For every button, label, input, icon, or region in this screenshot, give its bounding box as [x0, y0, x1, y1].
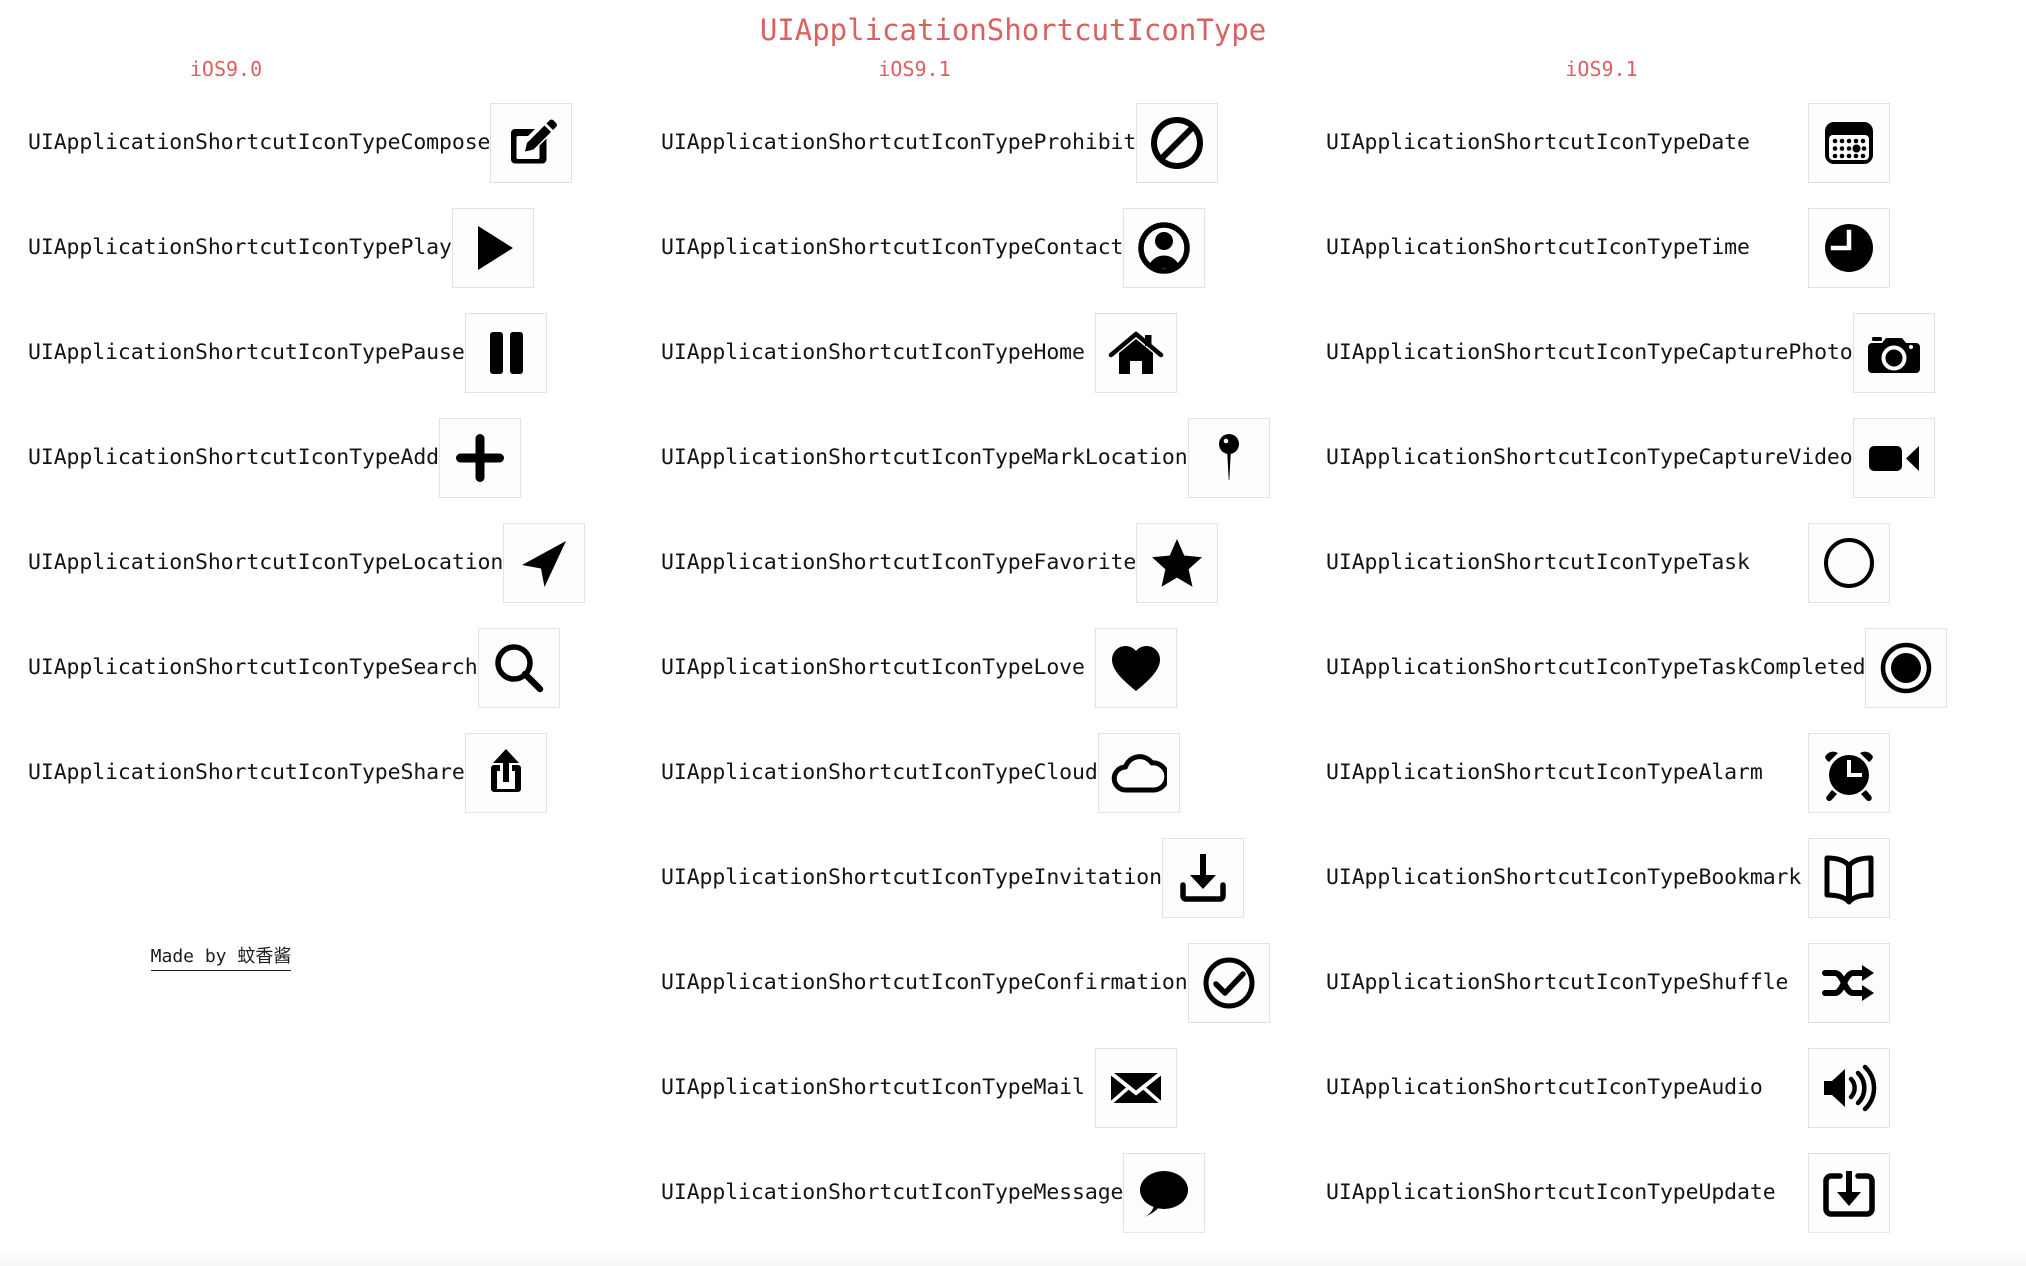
calendar-icon [1808, 102, 1890, 183]
icon-row[interactable]: UIApplicationShortcutIconTypeFavorite [632, 510, 1297, 615]
column-ios90: iOS9.0 UIApplicationShortcutIconTypeComp… [0, 48, 632, 971]
icon-type-label: UIApplicationShortcutIconTypeCloud [661, 759, 1098, 785]
speaker-icon [1808, 1047, 1890, 1128]
share-icon [464, 732, 547, 813]
location-icon [503, 522, 586, 603]
mail-icon [1095, 1047, 1177, 1128]
icon-type-label: UIApplicationShortcutIconTypeProhibit [661, 129, 1137, 155]
compose-icon [490, 102, 573, 183]
column-ios91-a: iOS9.1 UIApplicationShortcutIconTypeProh… [632, 48, 1297, 1245]
message-bubble-icon [1123, 1152, 1206, 1233]
icon-row[interactable]: UIApplicationShortcutIconTypeSearch [0, 615, 632, 720]
icon-row[interactable]: UIApplicationShortcutIconTypeMail [632, 1035, 1297, 1140]
star-icon [1136, 522, 1219, 603]
icon-row[interactable]: UIApplicationShortcutIconTypeInvitation [632, 825, 1297, 930]
clock-icon [1808, 207, 1890, 288]
icon-type-label: UIApplicationShortcutIconTypeSearch [28, 654, 478, 680]
icon-row[interactable]: UIApplicationShortcutIconTypeTime [1297, 195, 2026, 300]
icon-type-label: UIApplicationShortcutIconTypeTask [1326, 549, 1750, 575]
icon-row[interactable]: UIApplicationShortcutIconTypeAlarm [1297, 720, 2026, 825]
icon-row[interactable]: UIApplicationShortcutIconTypeCloud [632, 720, 1297, 825]
icon-type-label: UIApplicationShortcutIconTypeCaptureVide… [1326, 444, 1853, 470]
icon-row[interactable]: UIApplicationShortcutIconTypeUpdate [1297, 1140, 2026, 1245]
icon-row[interactable]: UIApplicationShortcutIconTypeShuffle [1297, 930, 2026, 1035]
icon-row[interactable]: UIApplicationShortcutIconTypeConfirmatio… [632, 930, 1297, 1035]
icon-type-label: UIApplicationShortcutIconTypeAudio [1326, 1074, 1763, 1100]
icon-row[interactable]: UIApplicationShortcutIconTypeTaskComplet… [1297, 615, 2026, 720]
footer: Made by 蚊香酱 [0, 945, 632, 971]
icon-type-label: UIApplicationShortcutIconTypeLocation [28, 549, 504, 575]
icon-row[interactable]: UIApplicationShortcutIconTypeTask [1297, 510, 2026, 615]
circle-filled-icon [1865, 627, 1948, 708]
icon-row[interactable]: UIApplicationShortcutIconTypeCaptureVide… [1297, 405, 2026, 510]
icon-row[interactable]: UIApplicationShortcutIconTypeBookmark [1297, 825, 2026, 930]
icon-type-label: UIApplicationShortcutIconTypeLove [661, 654, 1085, 680]
icon-row[interactable]: UIApplicationShortcutIconTypeDate [1297, 90, 2026, 195]
icon-row[interactable]: UIApplicationShortcutIconTypeAdd [0, 405, 632, 510]
search-icon [477, 627, 560, 708]
add-icon [439, 417, 522, 498]
icon-row[interactable]: UIApplicationShortcutIconTypeLocation [0, 510, 632, 615]
icon-type-label: UIApplicationShortcutIconTypeAdd [28, 444, 440, 470]
icon-type-label: UIApplicationShortcutIconTypeUpdate [1326, 1179, 1776, 1205]
icon-type-label: UIApplicationShortcutIconTypeDate [1326, 129, 1750, 155]
shuffle-icon [1808, 942, 1890, 1023]
icon-row[interactable]: UIApplicationShortcutIconTypeContact [632, 195, 1297, 300]
contact-icon [1123, 207, 1206, 288]
column-header: iOS9.1 [878, 57, 951, 81]
icon-row[interactable]: UIApplicationShortcutIconTypePause [0, 300, 632, 405]
icon-row[interactable]: UIApplicationShortcutIconTypeMessage [632, 1140, 1297, 1245]
circle-outline-icon [1808, 522, 1890, 603]
icon-row[interactable]: UIApplicationShortcutIconTypeMarkLocatio… [632, 405, 1297, 510]
column-header: iOS9.1 [1565, 57, 1638, 81]
heart-icon [1095, 627, 1177, 708]
home-icon [1095, 312, 1177, 393]
cloud-icon [1097, 732, 1180, 813]
download-arrow-icon [1161, 837, 1244, 918]
icon-type-label: UIApplicationShortcutIconTypePlay [28, 234, 452, 260]
icon-row[interactable]: UIApplicationShortcutIconTypePlay [0, 195, 632, 300]
update-icon [1808, 1152, 1890, 1233]
prohibit-icon [1136, 102, 1219, 183]
icon-type-label: UIApplicationShortcutIconTypeMarkLocatio… [661, 444, 1188, 470]
mark-location-icon [1187, 417, 1270, 498]
icon-row[interactable]: UIApplicationShortcutIconTypeAudio [1297, 1035, 2026, 1140]
icon-type-label: UIApplicationShortcutIconTypeTime [1326, 234, 1750, 260]
column-ios91-b: iOS9.1 UIApplicationShortcutIconTypeDate… [1297, 48, 2026, 1245]
icon-row[interactable]: UIApplicationShortcutIconTypeCompose [0, 90, 632, 195]
icon-row[interactable]: UIApplicationShortcutIconTypeHome [632, 300, 1297, 405]
check-circle-icon [1187, 942, 1270, 1023]
icon-type-label: UIApplicationShortcutIconTypeMessage [661, 1179, 1124, 1205]
icon-columns: iOS9.0 UIApplicationShortcutIconTypeComp… [0, 48, 2026, 1245]
icon-type-label: UIApplicationShortcutIconTypeInvitation [661, 864, 1162, 890]
icon-type-label: UIApplicationShortcutIconTypeContact [661, 234, 1124, 260]
icon-type-label: UIApplicationShortcutIconTypeShare [28, 759, 465, 785]
made-by-label: Made by 蚊香酱 [150, 945, 292, 971]
icon-row[interactable]: UIApplicationShortcutIconTypeProhibit [632, 90, 1297, 195]
book-icon [1808, 837, 1890, 918]
pause-icon [464, 312, 547, 393]
icon-type-label: UIApplicationShortcutIconTypeTaskComplet… [1326, 654, 1866, 680]
play-icon [451, 207, 534, 288]
icon-row[interactable]: UIApplicationShortcutIconTypeCapturePhot… [1297, 300, 2026, 405]
icon-type-label: UIApplicationShortcutIconTypeCapturePhot… [1326, 339, 1853, 365]
icon-type-label: UIApplicationShortcutIconTypePause [28, 339, 465, 365]
icon-type-label: UIApplicationShortcutIconTypeHome [661, 339, 1085, 365]
icon-type-label: UIApplicationShortcutIconTypeFavorite [661, 549, 1137, 575]
icon-type-label: UIApplicationShortcutIconTypeBookmark [1326, 864, 1802, 890]
icon-type-label: UIApplicationShortcutIconTypeConfirmatio… [661, 969, 1188, 995]
column-header: iOS9.0 [189, 57, 263, 81]
icon-type-label: UIApplicationShortcutIconTypeMail [661, 1074, 1085, 1100]
icon-reference-page: UIApplicationShortcutIconType iOS9.0 UIA… [0, 0, 2026, 1266]
page-title: UIApplicationShortcutIconType [759, 13, 1267, 47]
video-camera-icon [1852, 417, 1935, 498]
icon-type-label: UIApplicationShortcutIconTypeCompose [28, 129, 491, 155]
icon-type-label: UIApplicationShortcutIconTypeShuffle [1326, 969, 1789, 995]
icon-row[interactable]: UIApplicationShortcutIconTypeShare [0, 720, 632, 825]
icon-type-label: UIApplicationShortcutIconTypeAlarm [1326, 759, 1763, 785]
alarm-clock-icon [1808, 732, 1890, 813]
icon-row[interactable]: UIApplicationShortcutIconTypeLove [632, 615, 1297, 720]
camera-icon [1852, 312, 1935, 393]
